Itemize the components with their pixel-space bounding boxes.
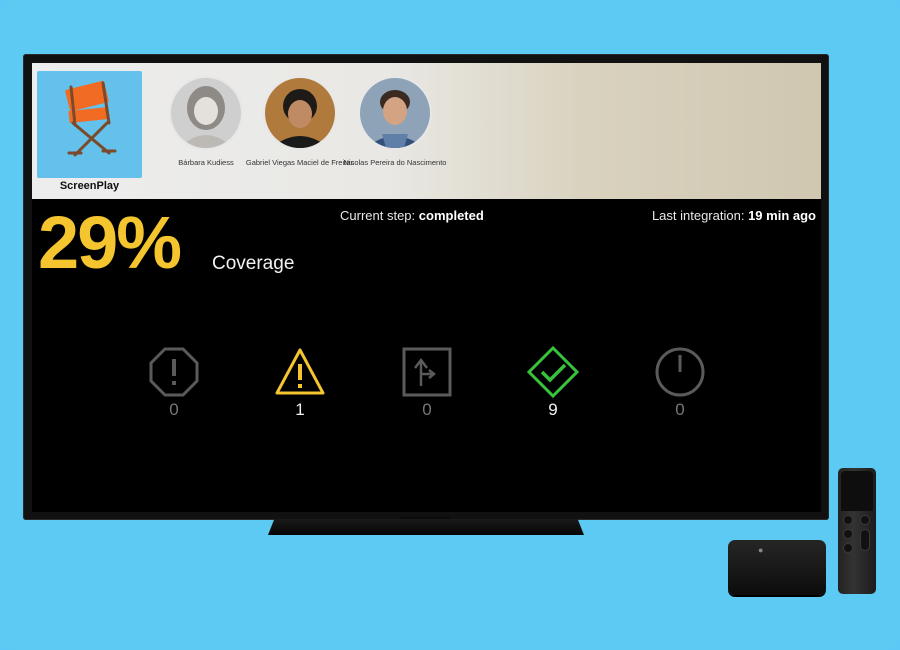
build-time-count: 0 xyxy=(675,400,685,419)
tests-passed-count: 9 xyxy=(548,400,558,419)
current-step: Current step: completed xyxy=(340,208,484,223)
current-step-value: completed xyxy=(418,208,484,223)
warning-triangle-icon xyxy=(275,348,325,395)
team-member[interactable]: Gabriel Viegas Maciel de Freitas xyxy=(245,76,355,168)
remote-touchpad xyxy=(841,471,873,511)
errors-indicator[interactable]: 0 xyxy=(144,346,204,420)
coverage-label: Coverage xyxy=(212,253,295,274)
build-time-indicator[interactable]: 0 xyxy=(650,346,710,420)
analyzer-count: 0 xyxy=(422,400,432,419)
remote-play-button xyxy=(843,543,853,553)
remote-tv-button xyxy=(860,515,870,525)
last-integration-label: Last integration: xyxy=(651,208,745,223)
last-integration: Last integration: 19 min ago xyxy=(652,208,816,223)
apple-tv-box: ● xyxy=(728,540,826,595)
analyzer-branch-icon xyxy=(402,347,452,397)
last-integration-value: 19 min ago xyxy=(748,208,816,223)
analyzer-indicator[interactable]: 0 xyxy=(397,346,457,420)
apple-tv-logo-icon: ● xyxy=(758,545,764,555)
build-timer-icon xyxy=(655,347,705,397)
remote-siri-button xyxy=(843,529,853,539)
avatar xyxy=(358,76,432,150)
team-member[interactable]: Nicolas Pereira do Nascimento xyxy=(340,76,450,168)
avatar xyxy=(263,76,337,150)
warnings-indicator[interactable]: 1 xyxy=(270,346,330,420)
coverage-percentage: 29% xyxy=(38,201,182,284)
error-octagon-icon xyxy=(149,347,199,397)
tv-screen: ScreenPlay Bárbara Kudiess Gabriel Viega… xyxy=(32,63,821,512)
tests-passed-indicator[interactable]: 9 xyxy=(523,346,583,420)
member-name: Nicolas Pereira do Nascimento xyxy=(343,158,447,167)
avatar xyxy=(169,76,243,150)
team-bar: ScreenPlay Bárbara Kudiess Gabriel Viega… xyxy=(32,63,821,199)
director-chair-icon xyxy=(65,80,117,157)
app-name: ScreenPlay xyxy=(59,180,120,192)
tv-stand xyxy=(268,519,584,535)
current-step-label: Current step: xyxy=(340,208,416,223)
tests-passed-check-icon xyxy=(527,346,579,398)
apple-tv-remote xyxy=(838,468,876,594)
errors-count: 0 xyxy=(169,400,179,419)
member-name: Gabriel Viegas Maciel de Freitas xyxy=(245,158,355,167)
remote-volume-button xyxy=(860,529,870,551)
remote-menu-button xyxy=(843,515,853,525)
warnings-count: 1 xyxy=(295,400,305,419)
app-logo-tile[interactable]: ScreenPlay xyxy=(37,71,142,192)
